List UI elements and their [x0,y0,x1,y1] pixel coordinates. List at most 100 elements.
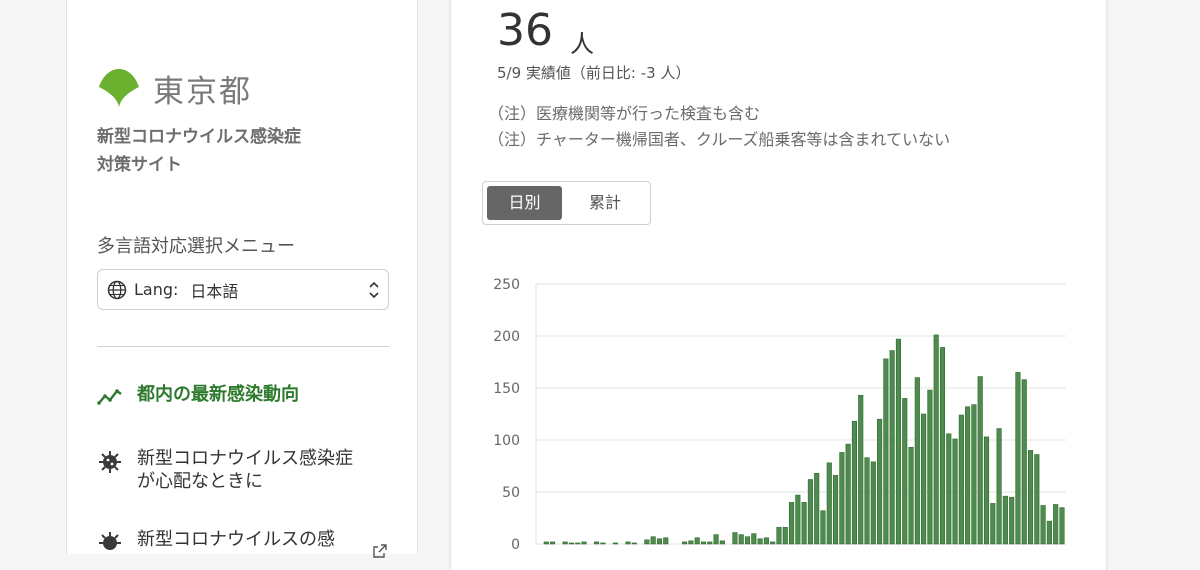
bar[interactable] [983,436,990,545]
bar[interactable] [568,542,574,545]
y-tick-label: 250 [493,277,520,293]
bar[interactable] [996,428,1002,545]
bar[interactable] [933,334,939,545]
bar[interactable] [788,502,795,545]
bar[interactable] [807,479,813,545]
bar[interactable] [952,438,958,545]
bar[interactable] [757,538,763,545]
bar[interactable] [814,472,820,545]
bar[interactable] [801,502,807,545]
bar[interactable] [977,376,983,545]
bar[interactable] [719,540,725,545]
bar[interactable] [1027,450,1034,545]
bar[interactable] [776,527,782,545]
bar[interactable] [1059,507,1065,545]
bar[interactable] [889,350,895,545]
note-line-1: （注）医療機関等が行った検査も含む [488,104,761,123]
bar[interactable] [1034,454,1040,545]
bar[interactable] [895,338,902,545]
bar[interactable] [883,358,889,545]
bar[interactable] [795,494,801,545]
nav-label-line1: 新型コロナウイルス感染症 [137,448,353,469]
bar[interactable] [927,389,933,545]
chevron-up-down-icon [369,281,379,299]
bar[interactable] [782,527,788,545]
bar[interactable] [656,538,663,545]
bar[interactable] [958,414,964,545]
bar[interactable] [694,537,700,545]
bar[interactable] [990,503,996,545]
bar[interactable] [1015,372,1021,545]
bar[interactable] [1009,496,1015,545]
bar[interactable] [908,446,914,545]
bar[interactable] [939,347,946,545]
bar[interactable] [851,420,858,545]
bar[interactable] [914,377,920,545]
bar[interactable] [581,541,587,545]
bar[interactable] [700,541,707,545]
bar[interactable] [965,406,971,545]
case-count-unit: 人 [570,30,594,58]
bar[interactable] [1046,520,1052,545]
bar[interactable] [575,542,581,545]
bar[interactable] [713,534,719,545]
bar[interactable] [858,394,864,545]
nav-item-latest-trends[interactable]: 都内の最新感染動向 [97,383,299,409]
bar[interactable] [625,541,631,545]
case-count-subtext: 5/9 実績値（前日比: -3 人） [497,64,691,82]
bar[interactable] [594,541,600,545]
data-view-toggle: 日別 累計 [482,181,651,225]
bar[interactable] [902,398,908,545]
language-menu-label: 多言語対応選択メニュー [97,236,295,257]
bar[interactable] [631,542,637,545]
nav-item-virus-info[interactable]: 新型コロナウイルスの感 [97,528,335,554]
lang-selected-value: 日本語 [190,281,239,301]
bar[interactable] [839,452,845,545]
bar[interactable] [751,533,757,545]
toggle-daily-button[interactable]: 日別 [487,186,562,220]
case-count-value: 36 [497,5,553,56]
logo[interactable]: 東京都 [97,66,252,111]
bar[interactable] [1053,504,1059,545]
bar[interactable] [707,541,713,545]
bar[interactable] [971,404,977,545]
bar[interactable] [877,418,883,545]
bar[interactable] [946,433,952,545]
bar[interactable] [921,413,927,545]
bar[interactable] [845,443,851,545]
site-title: 新型コロナウイルス感染症 対策サイト [97,123,377,179]
bar[interactable] [763,537,769,545]
bar[interactable] [832,475,839,545]
bar[interactable] [682,541,688,545]
bar[interactable] [864,457,870,545]
bar[interactable] [820,510,826,545]
bar[interactable] [870,461,876,545]
y-tick-label: 0 [511,537,520,553]
bar[interactable] [612,542,619,545]
bar[interactable] [650,536,656,545]
bar[interactable] [1021,379,1027,545]
language-select[interactable]: Lang: 日本語 [97,269,389,310]
globe-icon [107,280,127,299]
tokyo-ginkgo-logo-icon [99,68,139,107]
bar[interactable] [732,532,738,545]
nav-label: 新型コロナウイルスの感 [137,529,335,550]
bar[interactable] [663,537,669,545]
daily-cases-bar-chart: 250 200 150 100 50 0 [493,277,1066,553]
bar[interactable] [826,462,832,545]
bar[interactable] [543,541,549,545]
bar[interactable] [549,541,556,545]
bar[interactable] [770,541,776,545]
bar[interactable] [1040,505,1046,545]
toggle-cumulative-button[interactable]: 累計 [565,186,645,220]
bar[interactable] [688,540,694,545]
bar[interactable] [562,541,568,545]
trend-line-icon [97,389,122,405]
bar[interactable] [600,542,606,545]
nav-item-when-worried[interactable]: 新型コロナウイルス感染症 が心配なときに [97,447,353,493]
bar[interactable] [644,539,650,545]
bar[interactable] [744,536,751,545]
external-link-icon [373,544,387,558]
bar[interactable] [1002,495,1008,545]
bar[interactable] [738,534,744,545]
